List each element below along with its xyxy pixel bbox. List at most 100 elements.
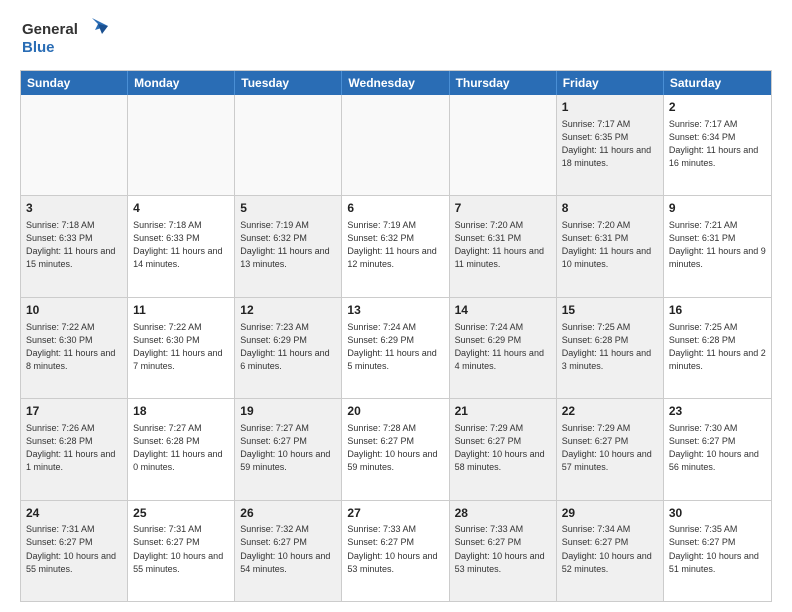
weekday-header: Monday xyxy=(128,71,235,95)
day-number: 16 xyxy=(669,302,766,319)
calendar-cell xyxy=(342,95,449,195)
calendar-cell: 19Sunrise: 7:27 AM Sunset: 6:27 PM Dayli… xyxy=(235,399,342,499)
logo-graphic: General Blue xyxy=(20,16,110,60)
day-info: Sunrise: 7:20 AM Sunset: 6:31 PM Dayligh… xyxy=(455,219,551,271)
calendar-cell: 26Sunrise: 7:32 AM Sunset: 6:27 PM Dayli… xyxy=(235,501,342,601)
calendar-row: 24Sunrise: 7:31 AM Sunset: 6:27 PM Dayli… xyxy=(21,500,771,601)
calendar-cell xyxy=(128,95,235,195)
day-number: 28 xyxy=(455,505,551,522)
calendar-cell: 24Sunrise: 7:31 AM Sunset: 6:27 PM Dayli… xyxy=(21,501,128,601)
weekday-header: Wednesday xyxy=(342,71,449,95)
calendar-cell: 16 Sunrise: 7:25 AM Sunset: 6:28 PM Dayli… xyxy=(664,298,771,398)
day-info: Sunrise: 7:22 AM Sunset: 6:30 PM Dayligh… xyxy=(133,321,229,373)
day-number: 23 xyxy=(669,403,766,420)
calendar-row: 3 Sunrise: 7:18 AM Sunset: 6:33 PM Daylig… xyxy=(21,195,771,296)
logo: General Blue xyxy=(20,16,110,60)
calendar-cell: 22Sunrise: 7:29 AM Sunset: 6:27 PM Dayli… xyxy=(557,399,664,499)
calendar-cell: 6 Sunrise: 7:19 AM Sunset: 6:32 PM Daylig… xyxy=(342,196,449,296)
calendar-cell: 4Sunrise: 7:18 AM Sunset: 6:33 PM Daylig… xyxy=(128,196,235,296)
calendar-cell: 13 Sunrise: 7:24 AM Sunset: 6:29 PM Dayli… xyxy=(342,298,449,398)
svg-text:General: General xyxy=(22,21,78,38)
calendar-cell: 15 Sunrise: 7:25 AM Sunset: 6:28 PM Dayli… xyxy=(557,298,664,398)
day-number: 18 xyxy=(133,403,229,420)
day-info: Sunrise: 7:25 AM Sunset: 6:28 PM Dayligh… xyxy=(562,321,658,373)
calendar-cell: 11 Sunrise: 7:22 AM Sunset: 6:30 PM Dayli… xyxy=(128,298,235,398)
weekday-header: Sunday xyxy=(21,71,128,95)
day-info: Sunrise: 7:25 AM Sunset: 6:28 PM Dayligh… xyxy=(669,321,766,373)
day-info: Sunrise: 7:18 AM Sunset: 6:33 PM Dayligh… xyxy=(26,219,122,271)
calendar-row: 1Sunrise: 7:17 AM Sunset: 6:35 PM Daylig… xyxy=(21,95,771,195)
day-info: Sunrise: 7:31 AM Sunset: 6:27 PM Dayligh… xyxy=(26,523,122,575)
calendar-cell: 23 Sunrise: 7:30 AM Sunset: 6:27 PM Dayli… xyxy=(664,399,771,499)
calendar-cell: 21 Sunrise: 7:29 AM Sunset: 6:27 PM Dayli… xyxy=(450,399,557,499)
logo-svg: General Blue xyxy=(20,16,110,60)
day-info: Sunrise: 7:33 AM Sunset: 6:27 PM Dayligh… xyxy=(455,523,551,575)
day-info: Sunrise: 7:27 AM Sunset: 6:28 PM Dayligh… xyxy=(133,422,229,474)
day-info: Sunrise: 7:24 AM Sunset: 6:29 PM Dayligh… xyxy=(347,321,443,373)
calendar-cell xyxy=(450,95,557,195)
day-info: Sunrise: 7:30 AM Sunset: 6:27 PM Dayligh… xyxy=(669,422,766,474)
day-number: 13 xyxy=(347,302,443,319)
day-info: Sunrise: 7:21 AM Sunset: 6:31 PM Dayligh… xyxy=(669,219,766,271)
day-number: 3 xyxy=(26,200,122,217)
calendar-body: 1Sunrise: 7:17 AM Sunset: 6:35 PM Daylig… xyxy=(21,95,771,601)
day-info: Sunrise: 7:29 AM Sunset: 6:27 PM Dayligh… xyxy=(455,422,551,474)
day-info: Sunrise: 7:26 AM Sunset: 6:28 PM Dayligh… xyxy=(26,422,122,474)
calendar-cell: 2 Sunrise: 7:17 AM Sunset: 6:34 PM Daylig… xyxy=(664,95,771,195)
day-number: 14 xyxy=(455,302,551,319)
day-number: 8 xyxy=(562,200,658,217)
calendar-cell: 29Sunrise: 7:34 AM Sunset: 6:27 PM Dayli… xyxy=(557,501,664,601)
calendar-cell: 14 Sunrise: 7:24 AM Sunset: 6:29 PM Dayli… xyxy=(450,298,557,398)
day-info: Sunrise: 7:23 AM Sunset: 6:29 PM Dayligh… xyxy=(240,321,336,373)
weekday-header: Thursday xyxy=(450,71,557,95)
day-info: Sunrise: 7:31 AM Sunset: 6:27 PM Dayligh… xyxy=(133,523,229,575)
day-info: Sunrise: 7:20 AM Sunset: 6:31 PM Dayligh… xyxy=(562,219,658,271)
day-number: 11 xyxy=(133,302,229,319)
day-info: Sunrise: 7:27 AM Sunset: 6:27 PM Dayligh… xyxy=(240,422,336,474)
weekday-header: Tuesday xyxy=(235,71,342,95)
day-info: Sunrise: 7:29 AM Sunset: 6:27 PM Dayligh… xyxy=(562,422,658,474)
calendar-cell: 25Sunrise: 7:31 AM Sunset: 6:27 PM Dayli… xyxy=(128,501,235,601)
calendar-cell: 8 Sunrise: 7:20 AM Sunset: 6:31 PM Daylig… xyxy=(557,196,664,296)
day-info: Sunrise: 7:17 AM Sunset: 6:34 PM Dayligh… xyxy=(669,118,766,170)
weekday-header: Saturday xyxy=(664,71,771,95)
calendar-cell: 7 Sunrise: 7:20 AM Sunset: 6:31 PM Daylig… xyxy=(450,196,557,296)
calendar-cell: 9 Sunrise: 7:21 AM Sunset: 6:31 PM Daylig… xyxy=(664,196,771,296)
day-info: Sunrise: 7:18 AM Sunset: 6:33 PM Dayligh… xyxy=(133,219,229,271)
day-info: Sunrise: 7:24 AM Sunset: 6:29 PM Dayligh… xyxy=(455,321,551,373)
day-number: 30 xyxy=(669,505,766,522)
day-number: 6 xyxy=(347,200,443,217)
calendar: SundayMondayTuesdayWednesdayThursdayFrid… xyxy=(20,70,772,602)
day-number: 27 xyxy=(347,505,443,522)
day-info: Sunrise: 7:34 AM Sunset: 6:27 PM Dayligh… xyxy=(562,523,658,575)
day-number: 29 xyxy=(562,505,658,522)
calendar-cell: 18 Sunrise: 7:27 AM Sunset: 6:28 PM Dayli… xyxy=(128,399,235,499)
weekday-header: Friday xyxy=(557,71,664,95)
day-number: 24 xyxy=(26,505,122,522)
day-number: 7 xyxy=(455,200,551,217)
day-number: 9 xyxy=(669,200,766,217)
logo-wrapper: General Blue xyxy=(20,16,110,60)
day-info: Sunrise: 7:33 AM Sunset: 6:27 PM Dayligh… xyxy=(347,523,443,575)
day-info: Sunrise: 7:19 AM Sunset: 6:32 PM Dayligh… xyxy=(347,219,443,271)
day-number: 2 xyxy=(669,99,766,116)
calendar-header: SundayMondayTuesdayWednesdayThursdayFrid… xyxy=(21,71,771,95)
calendar-cell: 1Sunrise: 7:17 AM Sunset: 6:35 PM Daylig… xyxy=(557,95,664,195)
calendar-cell: 27Sunrise: 7:33 AM Sunset: 6:27 PM Dayli… xyxy=(342,501,449,601)
calendar-cell: 17 Sunrise: 7:26 AM Sunset: 6:28 PM Dayli… xyxy=(21,399,128,499)
day-number: 15 xyxy=(562,302,658,319)
day-number: 5 xyxy=(240,200,336,217)
calendar-cell xyxy=(235,95,342,195)
day-number: 25 xyxy=(133,505,229,522)
day-number: 21 xyxy=(455,403,551,420)
calendar-row: 10 Sunrise: 7:22 AM Sunset: 6:30 PM Dayli… xyxy=(21,297,771,398)
page: General Blue SundayMondayTuesdayWednesda… xyxy=(0,0,792,612)
day-info: Sunrise: 7:28 AM Sunset: 6:27 PM Dayligh… xyxy=(347,422,443,474)
header: General Blue xyxy=(20,16,772,60)
calendar-cell: 28Sunrise: 7:33 AM Sunset: 6:27 PM Dayli… xyxy=(450,501,557,601)
day-number: 10 xyxy=(26,302,122,319)
day-info: Sunrise: 7:19 AM Sunset: 6:32 PM Dayligh… xyxy=(240,219,336,271)
calendar-cell: 3 Sunrise: 7:18 AM Sunset: 6:33 PM Daylig… xyxy=(21,196,128,296)
calendar-row: 17 Sunrise: 7:26 AM Sunset: 6:28 PM Dayli… xyxy=(21,398,771,499)
day-number: 17 xyxy=(26,403,122,420)
